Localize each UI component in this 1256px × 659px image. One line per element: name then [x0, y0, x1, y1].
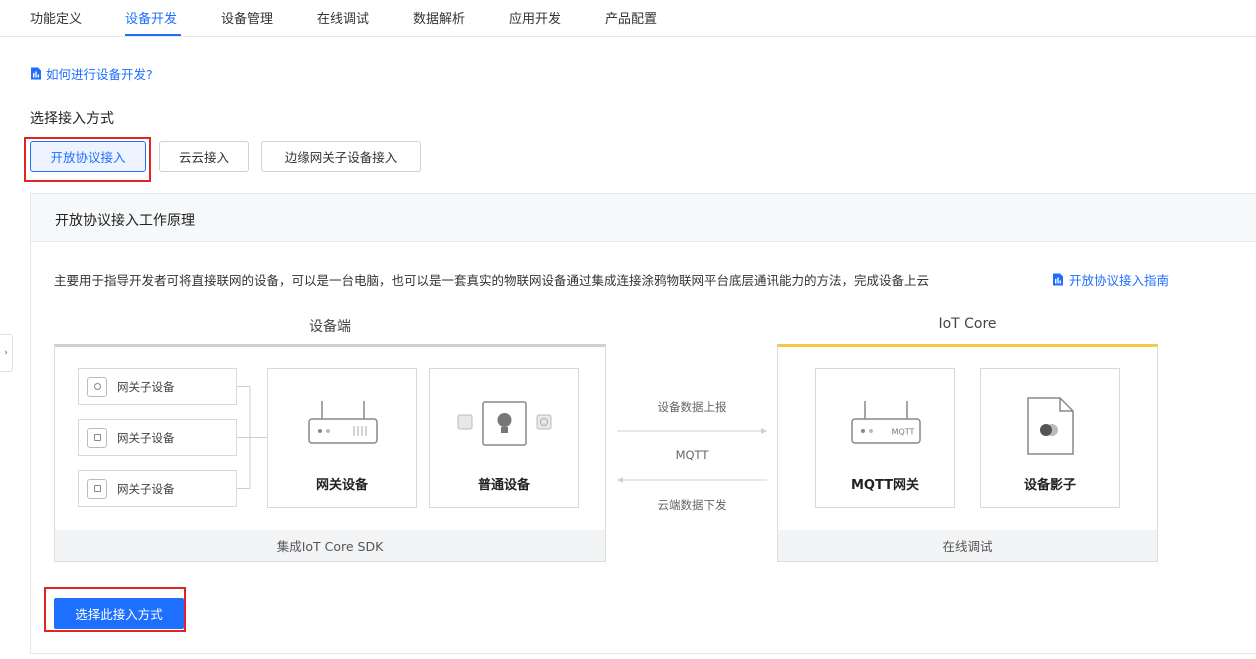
shadow-document-icon: [1027, 397, 1074, 455]
normal-device-card: 普通设备: [429, 368, 579, 508]
mqtt-gateway-card: MQTT MQTT网关: [815, 368, 955, 508]
normal-device-label: 普通设备: [477, 478, 530, 493]
smart-devices-icon: [457, 401, 552, 446]
gateway-device-card: 网关设备: [267, 368, 417, 508]
router-icon: [308, 401, 378, 444]
iot-core-footer: 在线调试: [778, 530, 1157, 561]
device-shadow-card: 设备影子: [980, 368, 1120, 508]
mqtt-tag: MQTT: [892, 428, 915, 437]
mqtt-protocol-label: MQTT: [675, 448, 709, 462]
cloud-issue-label: 云端数据下发: [657, 498, 727, 512]
select-method-button[interactable]: 选择此接入方式: [54, 598, 184, 629]
collapse-handle[interactable]: ›: [0, 334, 13, 372]
gateway-device-label: 网关设备: [315, 478, 368, 493]
device-report-label: 设备数据上报: [657, 400, 727, 414]
mqtt-router-icon: MQTT: [851, 401, 921, 444]
device-shadow-label: 设备影子: [1023, 478, 1076, 493]
mqtt-gateway-label: MQTT网关: [850, 478, 920, 493]
chevron-right-icon: ›: [4, 348, 8, 358]
